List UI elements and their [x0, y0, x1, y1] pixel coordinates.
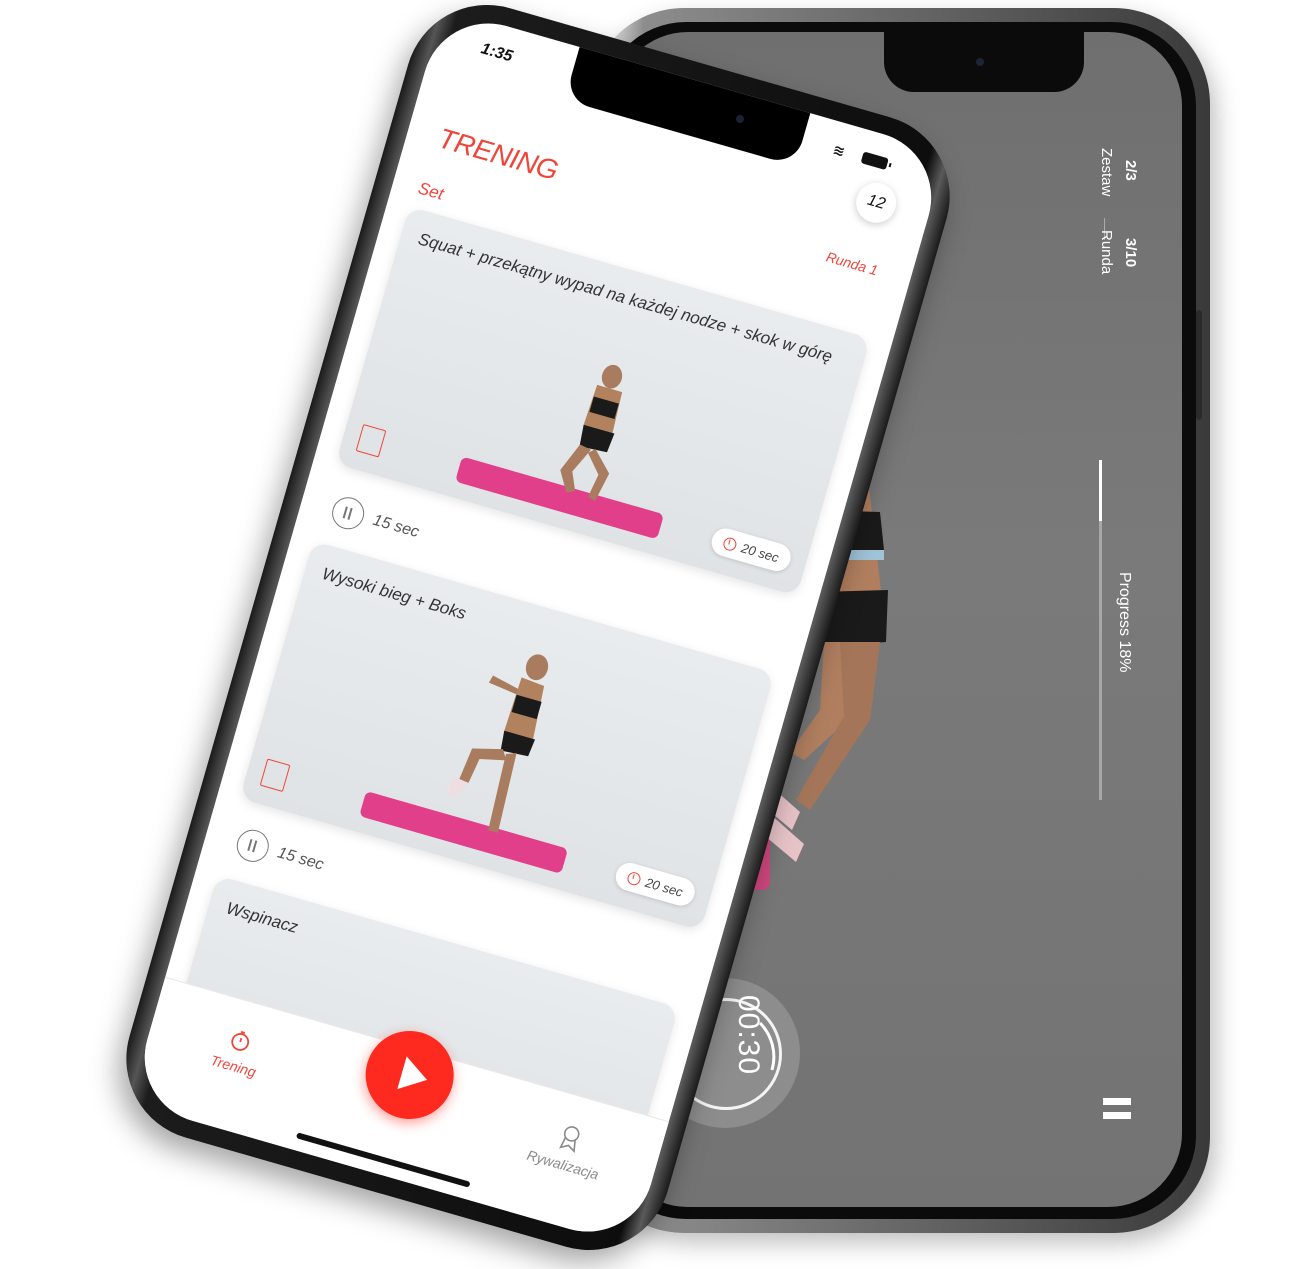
pause-icon-bar-bottom — [1103, 1112, 1131, 1119]
workout-progress-bar — [1099, 460, 1102, 800]
pause-icon — [232, 826, 273, 866]
set-progress-label: Zestaw — [1098, 148, 1115, 197]
set-label: Set — [416, 178, 446, 204]
mat-icon — [355, 423, 387, 458]
timer-value: 00:30 — [732, 994, 766, 1076]
round-label[interactable]: Runda 1 — [824, 248, 879, 278]
rest-duration: 15 sec — [275, 844, 326, 874]
exercise-duration: 20 sec — [643, 874, 685, 900]
workout-progress-label: Progress 18% — [1116, 572, 1133, 673]
pause-icon-bar-top — [1103, 1098, 1131, 1105]
duration-badge: 20 sec — [708, 525, 794, 575]
nav-trening-label: Trening — [208, 1051, 258, 1081]
exercise-image-squat — [560, 364, 623, 501]
page-title: TRENING — [435, 122, 562, 186]
back-side-button — [1196, 310, 1202, 420]
rest-row: 15 sec — [232, 826, 328, 881]
nav-trening[interactable]: Trening — [183, 1016, 292, 1088]
round-progress-label: Runda — [1098, 230, 1115, 275]
set-progress-value: 2/3 — [1122, 160, 1139, 181]
status-icons: ≋ — [831, 141, 903, 176]
mat-icon — [259, 758, 291, 793]
nav-rywalizacja-label: Rywalizacja — [525, 1146, 601, 1183]
award-icon — [559, 1126, 580, 1154]
exercise-image-high-knees — [446, 654, 549, 833]
wifi-icon: ≋ — [831, 141, 847, 160]
stopwatch-icon — [231, 1030, 250, 1051]
pause-button[interactable] — [1103, 1098, 1131, 1124]
workout-progress-fill — [1099, 460, 1102, 522]
clock-icon — [625, 870, 642, 887]
status-time: 1:35 — [479, 40, 515, 66]
clock-icon — [721, 535, 738, 552]
exercise-title: Squat + przekątny wypad na każdej nodze … — [415, 229, 835, 367]
duration-badge: 20 sec — [612, 859, 699, 909]
exercise-duration: 20 sec — [739, 539, 781, 565]
notifications-badge[interactable]: 12 — [851, 178, 901, 228]
nav-rywalizacja[interactable]: Rywalizacja — [513, 1111, 623, 1187]
back-phone-notch — [884, 32, 1084, 92]
rest-duration: 15 sec — [370, 511, 421, 542]
round-progress-value: 3/10 — [1122, 238, 1139, 268]
rest-row: 15 sec — [328, 493, 423, 548]
battery-icon — [860, 151, 889, 171]
pause-icon — [328, 493, 368, 534]
